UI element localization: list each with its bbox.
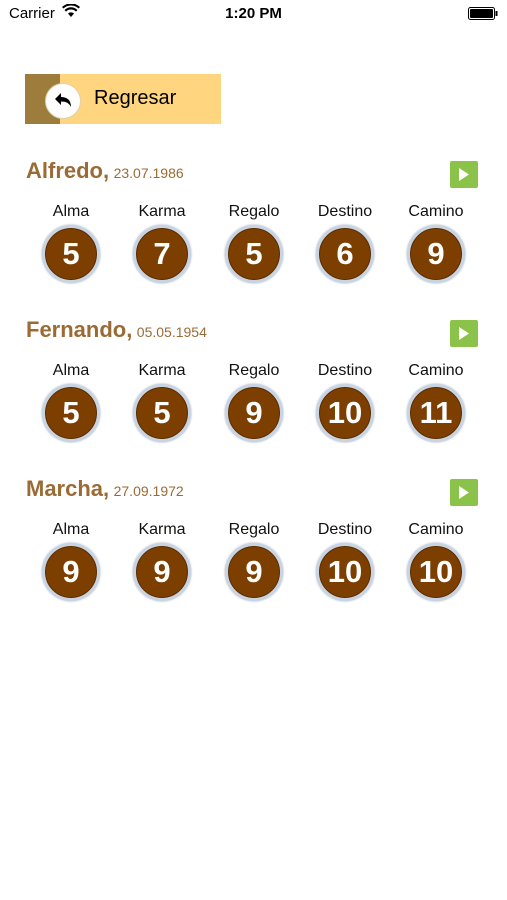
number-badge: 11 <box>407 384 465 442</box>
number-badge: 9 <box>133 543 191 601</box>
number-badge: 5 <box>225 225 283 283</box>
person-birthdate: 05.05.1954 <box>136 324 207 340</box>
person-birthdate: 23.07.1986 <box>113 165 184 181</box>
person-section: Marcha, 27.09.1972 Alma 9 Karma 9 Regalo 9 Dest… <box>0 476 507 626</box>
number-item[interactable]: Camino 9 <box>391 203 481 283</box>
number-item[interactable]: Camino 10 <box>391 521 481 601</box>
person-header: Marcha, 27.09.1972 <box>26 476 184 502</box>
number-label: Karma <box>138 362 186 379</box>
number-label: Regalo <box>228 521 280 538</box>
number-item[interactable]: Alma 5 <box>26 203 116 283</box>
number-badge: 10 <box>407 543 465 601</box>
number-label: Destino <box>317 203 373 220</box>
number-label: Regalo <box>228 362 280 379</box>
number-item[interactable]: Regalo 5 <box>209 203 299 283</box>
number-item[interactable]: Destino 6 <box>300 203 390 283</box>
number-badge: 10 <box>316 384 374 442</box>
number-item[interactable]: Regalo 9 <box>209 362 299 442</box>
person-section: Fernando, 05.05.1954 Alma 5 Karma 5 Regalo 9 De… <box>0 317 507 467</box>
number-badge: 10 <box>316 543 374 601</box>
play-icon <box>459 327 469 340</box>
clock-time: 1:20 PM <box>225 5 282 22</box>
person-birthdate: 27.09.1972 <box>113 483 184 499</box>
number-badge: 6 <box>316 225 374 283</box>
play-icon <box>459 168 469 181</box>
play-icon <box>459 486 469 499</box>
number-item[interactable]: Destino 10 <box>300 362 390 442</box>
person-name: Marcha, <box>26 476 110 501</box>
number-badge: 5 <box>42 384 100 442</box>
back-button-label: Regresar <box>94 87 177 109</box>
number-label: Camino <box>408 203 464 220</box>
number-item[interactable]: Karma 5 <box>117 362 207 442</box>
number-label: Karma <box>138 521 186 538</box>
battery-icon <box>468 7 498 20</box>
number-badge: 9 <box>225 384 283 442</box>
number-item[interactable]: Destino 10 <box>300 521 390 601</box>
number-label: Regalo <box>228 203 280 220</box>
person-name: Fernando, <box>26 317 133 342</box>
person-header: Fernando, 05.05.1954 <box>26 317 207 343</box>
number-item[interactable]: Alma 5 <box>26 362 116 442</box>
back-button[interactable]: Regresar <box>25 74 221 124</box>
number-badge: 9 <box>225 543 283 601</box>
number-label: Camino <box>408 362 464 379</box>
number-badge: 9 <box>42 543 100 601</box>
number-badge: 7 <box>133 225 191 283</box>
number-item[interactable]: Camino 11 <box>391 362 481 442</box>
number-label: Karma <box>138 203 186 220</box>
number-item[interactable]: Karma 9 <box>117 521 207 601</box>
play-button[interactable] <box>450 161 478 188</box>
number-badge: 9 <box>407 225 465 283</box>
person-name: Alfredo, <box>26 158 110 183</box>
person-section: Alfredo, 23.07.1986 Alma 5 Karma 7 Regalo 5 Des… <box>0 158 507 308</box>
back-arrow-icon <box>45 83 81 119</box>
number-label: Alma <box>52 203 90 220</box>
number-item[interactable]: Regalo 9 <box>209 521 299 601</box>
number-label: Destino <box>317 362 373 379</box>
play-button[interactable] <box>450 479 478 506</box>
number-label: Alma <box>52 521 90 538</box>
play-button[interactable] <box>450 320 478 347</box>
status-bar: Carrier 1:20 PM <box>0 0 507 30</box>
number-label: Alma <box>52 362 90 379</box>
number-item[interactable]: Alma 9 <box>26 521 116 601</box>
number-badge: 5 <box>133 384 191 442</box>
number-item[interactable]: Karma 7 <box>117 203 207 283</box>
number-badge: 5 <box>42 225 100 283</box>
number-label: Destino <box>317 521 373 538</box>
back-icon-box <box>25 74 89 124</box>
person-header: Alfredo, 23.07.1986 <box>26 158 184 184</box>
number-label: Camino <box>408 521 464 538</box>
